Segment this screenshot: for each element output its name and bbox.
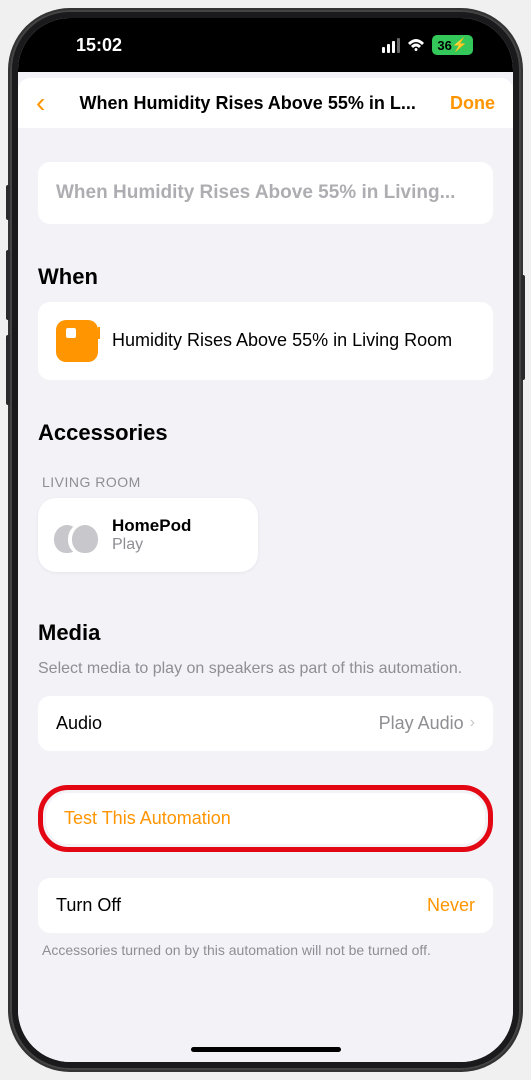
accessory-name: HomePod xyxy=(112,516,191,536)
nav-header: ‹ When Humidity Rises Above 55% in L... … xyxy=(18,78,513,128)
back-chevron-icon[interactable]: ‹ xyxy=(36,87,45,119)
humidity-sensor-icon xyxy=(56,320,98,362)
turnoff-footer: Accessories turned on by this automation… xyxy=(38,941,493,960)
chevron-right-icon: › xyxy=(470,714,475,732)
wifi-icon xyxy=(406,38,426,53)
battery-icon: 36⚡ xyxy=(432,35,473,55)
room-label: LIVING ROOM xyxy=(42,474,493,490)
automation-name-placeholder: When Humidity Rises Above 55% in Living.… xyxy=(56,182,475,204)
audio-row-value: Play Audio › xyxy=(379,713,475,734)
status-time: 15:02 xyxy=(76,35,122,56)
turnoff-label: Turn Off xyxy=(56,895,121,916)
section-media-title: Media xyxy=(38,620,493,646)
media-subtitle: Select media to play on speakers as part… xyxy=(38,658,493,680)
turnoff-value: Never xyxy=(427,895,475,916)
test-automation-highlight: Test This Automation xyxy=(38,785,493,852)
accessory-status: Play xyxy=(112,536,191,554)
trigger-card[interactable]: Humidity Rises Above 55% in Living Room xyxy=(38,302,493,380)
audio-row-label: Audio xyxy=(56,713,102,734)
trigger-text: Humidity Rises Above 55% in Living Room xyxy=(112,329,452,352)
accessory-homepod[interactable]: HomePod Play xyxy=(38,498,258,572)
page-title: When Humidity Rises Above 55% in L... xyxy=(45,93,450,114)
home-indicator[interactable] xyxy=(191,1047,341,1052)
test-automation-label: Test This Automation xyxy=(64,808,231,828)
section-when-title: When xyxy=(38,264,493,290)
status-icons: 36⚡ xyxy=(382,35,473,55)
section-accessories-title: Accessories xyxy=(38,420,493,446)
audio-row[interactable]: Audio Play Audio › xyxy=(38,696,493,751)
homepod-icon xyxy=(54,517,98,553)
cellular-signal-icon xyxy=(382,38,401,53)
done-button[interactable]: Done xyxy=(450,93,495,114)
automation-name-field[interactable]: When Humidity Rises Above 55% in Living.… xyxy=(38,162,493,224)
turnoff-row[interactable]: Turn Off Never xyxy=(38,878,493,933)
test-automation-button[interactable]: Test This Automation xyxy=(46,793,485,844)
